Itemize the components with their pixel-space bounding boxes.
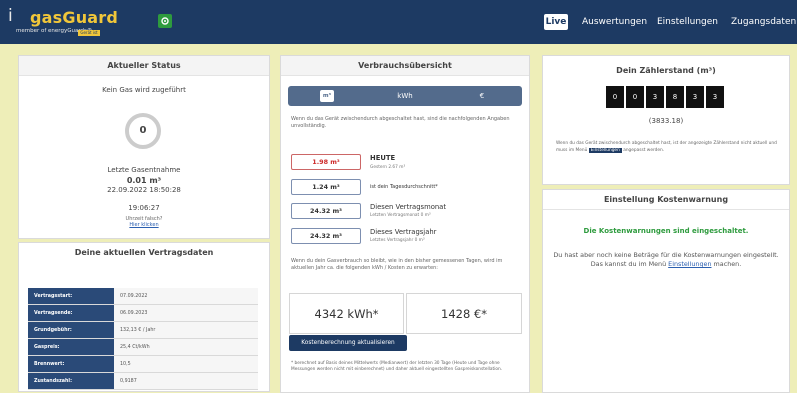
nav-einstellungen[interactable]: Einstellungen [657,14,718,30]
usage-ring: 0 [125,113,161,149]
table-value: 07.09.2022 [114,288,258,304]
year-value-tile: 24.32 m³ [291,228,361,244]
cost-warning-status: Die Kostenwarnungen sind eingeschaltet. [583,227,749,235]
usage-card-title: Verbrauchsübersicht [281,56,529,76]
nav-auswertungen[interactable]: Auswertungen [582,14,647,30]
recalculate-costs-button[interactable]: Kostenberechnung aktualisieren [289,335,407,351]
meter-digit: 3 [686,86,704,108]
gas-status-text: Kein Gas wird zugeführt [102,86,186,94]
cost-warning-text-end: machen. [713,260,742,268]
table-row: Grundgebühr: 132,13 € / Jahr [28,322,258,339]
year-title: Dieses Vertragsjahr [370,228,437,236]
table-value: 06.09.2023 [114,305,258,321]
table-key: Brennwert: [28,356,114,372]
table-row: Vertragsstart: 07.09.2022 [28,288,258,305]
tab-m3[interactable]: m³ [320,90,334,102]
table-key: Grundgebühr: [28,322,114,338]
contract-table: Vertragsstart: 07.09.2022 Vertragsende: 06… [28,288,258,390]
table-value: 25,4 Ct/kWh [114,339,258,355]
last-month-sub: Letzten Vertragsmonat 0 m³ [370,213,431,218]
table-key: Vertragsende: [28,305,114,321]
table-row: Vertragsende: 06.09.2023 [28,305,258,322]
last-usage-value: 0.01 m³ [126,176,162,185]
table-value: 10,5 [114,356,258,372]
table-key: Gaspreis: [28,339,114,355]
tab-kwh[interactable]: kWh [388,90,422,102]
table-key: Vertragsstart: [28,288,114,304]
last-usage-time: 22.09.2022 18:50:28 [107,186,181,194]
current-clock: 19:06:27 [128,204,160,212]
nav-zugangsdaten[interactable]: Zugangsdaten [731,14,796,30]
settings-link[interactable]: Einstellungen [668,260,711,268]
cost-warning-title: Einstellung Kostenwarnung [543,190,789,210]
tab-euro[interactable]: € [474,90,490,102]
logo-title: gasGuard [30,8,119,27]
yesterday-sub: Gestern 2.67 m³ [370,165,406,170]
cost-warning-text-body: Du hast aber noch keine Beträge für die … [553,251,779,268]
meter-digit: 0 [626,86,644,108]
month-value-tile: 24.32 m³ [291,203,361,219]
logo-badge: Gerät ist aktiv [78,30,100,41]
cost-warning-text: Du hast aber noch keine Beträge für die … [552,251,780,269]
average-value-tile: 1.24 m³ [291,179,361,195]
table-row: Gaspreis: 25,4 Ct/kWh [28,339,258,356]
logo-i-mark: i [8,6,13,26]
month-title: Diesen Vertragsmonat [370,203,446,211]
clock-fix-link[interactable]: Hier klicken [18,222,270,229]
settings-link-highlight[interactable]: Einstellungen [588,148,622,153]
table-value: 0,9187 [114,373,258,389]
meter-digit: 0 [606,86,624,108]
meter-digit: 3 [706,86,724,108]
meter-reading: (3833.18) [648,117,684,125]
today-value-tile: 1.98 m³ [291,154,361,170]
status-card-title: Aktueller Status [19,56,269,76]
unit-tabs: m³ kWh € [288,86,522,106]
device-status-icon[interactable] [158,14,172,28]
today-title: HEUTE [370,154,396,162]
forecast-kwh: 4342 kWh* [289,293,404,334]
cost-warning-card: Einstellung Kostenwarnung [542,189,790,393]
table-key: Zustandszahl: [28,373,114,389]
meter-digit: 3 [646,86,664,108]
forecast-footnote: * berechnet auf Basis deines Mittelwerts… [291,361,503,372]
forecast-eur: 1428 €* [406,293,522,334]
table-value: 132,13 € / Jahr [114,322,258,338]
nav-live[interactable]: Live [544,14,568,30]
last-year-sub: Letztes Vertragsjahr 0 m³ [370,238,425,243]
table-row: Brennwert: 10,5 [28,356,258,373]
table-row: Zustandszahl: 0,9187 [28,373,258,390]
top-navigation-bar: i gasGuard member of energyGuards® Gerät… [0,0,797,44]
meter-card-title: Dein Zählerstand (m³) [543,61,789,81]
meter-digit: 8 [666,86,684,108]
usage-intro-text: Wenn du das Gerät zwischendurch abgescha… [291,116,510,129]
contract-card-title: Deine aktuellen Vertragsdaten [19,243,269,263]
last-usage-label: Letzte Gasentnahme [107,166,181,174]
average-title: ist dein Tagesdurchschnitt* [370,184,438,190]
forecast-info-text: Wenn du dein Gasverbrauch so bleibt, wie… [291,258,503,271]
meter-note: Wenn du das Gerät zwischendurch abgescha… [556,140,782,154]
meter-note-end: angepasst werden. [623,148,665,153]
